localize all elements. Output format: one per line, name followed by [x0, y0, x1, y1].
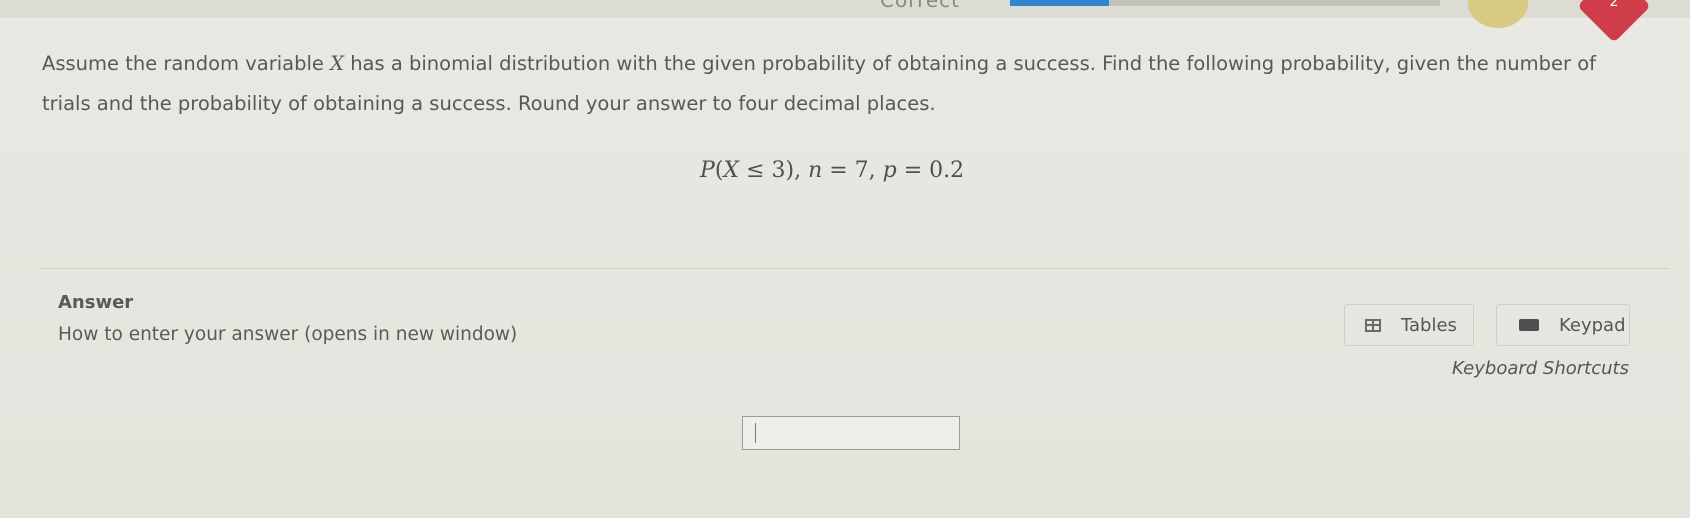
status-word: Correct [880, 0, 960, 12]
progress-fill [1010, 0, 1109, 6]
formula-leq: ≤ 3), [739, 158, 809, 183]
formula-X: X [723, 158, 740, 183]
tables-button[interactable]: Tables [1344, 304, 1474, 346]
heart-count: 2 [1609, 0, 1619, 10]
keypad-button[interactable]: Keypad [1496, 304, 1630, 346]
progress-bar [1010, 0, 1440, 6]
formula-n-value: = 7, [822, 158, 883, 183]
how-to-enter-answer-link[interactable]: How to enter your answer (opens in new w… [58, 324, 517, 345]
tables-button-label: Tables [1401, 314, 1457, 336]
page: Correct 2 Assume the random variable X h… [0, 0, 1690, 518]
streak-badge [1468, 0, 1528, 28]
formula-n: n [808, 158, 823, 183]
random-variable: X [330, 52, 344, 75]
question-text: Assume the random variable X has a binom… [42, 44, 1642, 124]
answer-label: Answer [58, 292, 134, 313]
table-icon [1365, 318, 1381, 332]
question-text-part1: Assume the random variable [42, 52, 331, 75]
formula-p: p [882, 158, 897, 183]
probability-formula: P(X ≤ 3), n = 7, p = 0.2 [700, 158, 964, 183]
section-divider [40, 268, 1670, 269]
keypad-icon [1519, 319, 1539, 331]
text-caret [755, 423, 756, 443]
keyboard-shortcuts-link[interactable]: Keyboard Shortcuts [1452, 358, 1629, 379]
formula-p-value: = 0.2 [896, 158, 965, 183]
keypad-button-label: Keypad [1559, 314, 1626, 336]
top-strip: Correct 2 [0, 0, 1690, 43]
formula-P: P [700, 158, 715, 183]
answer-input[interactable] [742, 416, 960, 450]
